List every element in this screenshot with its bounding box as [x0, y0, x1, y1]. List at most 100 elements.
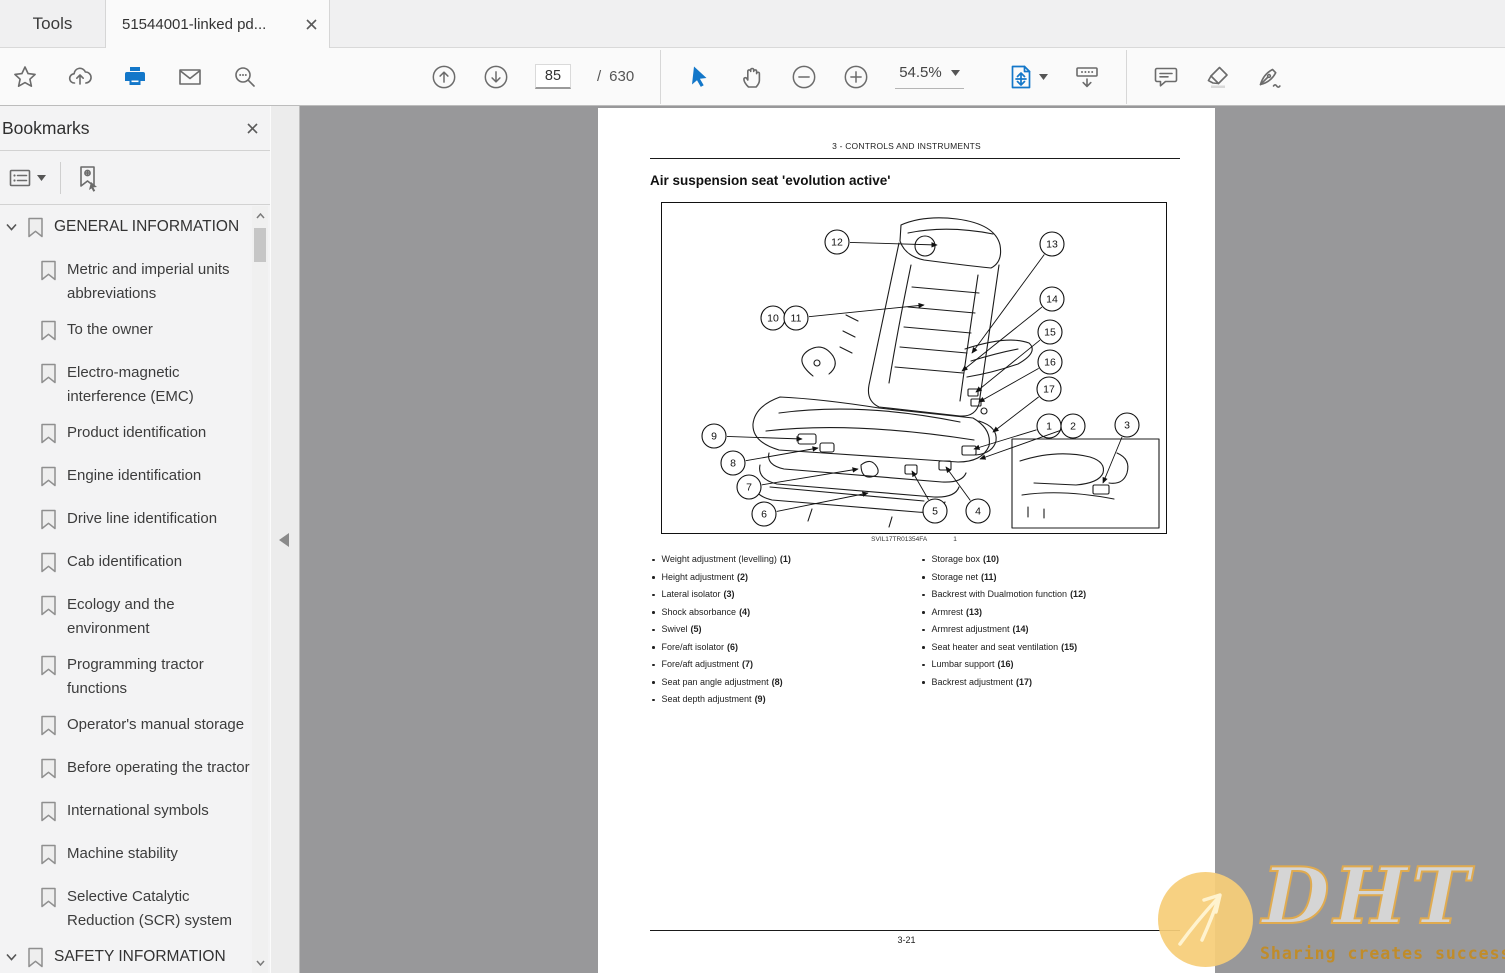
panel-divider — [60, 161, 61, 194]
page-total-value: 630 — [609, 68, 635, 85]
bookmark-item[interactable]: Cab identification — [6, 550, 250, 581]
comment-bubble-icon — [1154, 67, 1178, 87]
part-item: Storage box (10) — [920, 554, 1182, 565]
svg-text:7: 7 — [746, 482, 752, 494]
bookmark-item[interactable]: Before operating the tractor — [6, 756, 250, 787]
comment-button[interactable] — [1153, 64, 1179, 90]
bookmark-icon — [40, 361, 58, 409]
fit-page-button[interactable] — [1008, 64, 1048, 90]
print-icon — [125, 66, 145, 85]
page-number-input[interactable] — [535, 64, 571, 89]
bookmark-current-page-button[interactable] — [75, 164, 101, 192]
figure-callouts: 12 1310 11141516171 2 39876 5 4 — [701, 229, 1140, 527]
hide-toolbar-button[interactable] — [1074, 64, 1100, 90]
figure-callout: 2 — [1060, 413, 1086, 439]
fill-sign-button[interactable] — [1257, 64, 1283, 90]
footer-rule — [650, 930, 1180, 931]
zoom-level-control[interactable]: 54.5% — [895, 64, 964, 89]
part-item: Fore/aft isolator (6) — [650, 642, 920, 653]
select-tool-button[interactable] — [687, 64, 713, 90]
parts-list: Weight adjustment (levelling) (1) Height … — [650, 554, 1190, 713]
favorites-star-button[interactable] — [12, 64, 38, 90]
document-viewport[interactable]: 3 - CONTROLS AND INSTRUMENTS Air suspens… — [300, 106, 1505, 973]
close-panel-icon[interactable] — [247, 121, 258, 136]
section-title: Air suspension seat 'evolution active' — [650, 173, 891, 188]
bookmark-item[interactable]: Product identification — [6, 421, 250, 452]
part-item: Backrest with Dualmotion function (12) — [920, 589, 1182, 600]
hand-tool-button[interactable] — [739, 64, 765, 90]
cloud-upload-button[interactable] — [67, 64, 93, 90]
scroll-up-icon[interactable] — [252, 208, 268, 224]
toolbar-divider — [660, 49, 662, 104]
part-item: Backrest adjustment (17) — [920, 677, 1182, 688]
bookmark-item[interactable]: To the owner — [6, 318, 250, 349]
tab-document[interactable]: 51544001-linked pd... — [105, 0, 330, 48]
next-page-button[interactable] — [483, 64, 509, 90]
part-item: Fore/aft adjustment (7) — [650, 659, 920, 670]
svg-text:3: 3 — [1124, 420, 1130, 432]
parts-list-right: Storage box (10) Storage net (11) Backrest… — [920, 554, 1182, 713]
bookmark-icon — [27, 945, 45, 973]
svg-text:16: 16 — [1044, 357, 1056, 369]
cursor-arrow-icon — [692, 66, 707, 87]
part-item: Height adjustment (2) — [650, 572, 920, 583]
sidebar-scrollbar[interactable] — [252, 206, 268, 973]
collapse-panel-icon[interactable] — [279, 533, 289, 547]
part-item: Swivel (5) — [650, 624, 920, 635]
fountain-pen-icon — [1259, 68, 1281, 88]
tab-tools[interactable]: Tools — [0, 0, 105, 47]
previous-page-button[interactable] — [431, 64, 457, 90]
search-button[interactable] — [232, 64, 258, 90]
print-button[interactable] — [122, 64, 148, 90]
watermark-arrow-icon — [1178, 893, 1222, 946]
part-item: Lateral isolator (3) — [650, 589, 920, 600]
bookmark-item[interactable]: Drive line identification — [6, 507, 250, 538]
figure-callout: 4 — [965, 498, 991, 524]
bookmark-options-button[interactable] — [8, 166, 46, 190]
svg-text:6: 6 — [761, 509, 767, 521]
scroll-down-icon[interactable] — [252, 955, 268, 971]
zoom-in-button[interactable] — [843, 64, 869, 90]
scrollbar-thumb[interactable] — [254, 228, 266, 262]
svg-text:1: 1 — [1046, 421, 1052, 433]
figure-index: 1 — [953, 536, 957, 543]
highlighter-icon — [1207, 66, 1228, 88]
bookmark-item[interactable]: Electro-magnetic interference (EMC) — [6, 361, 250, 409]
bookmark-item[interactable]: Machine stability — [6, 842, 250, 873]
bookmark-item[interactable]: Programming tractor functions — [6, 653, 250, 701]
figure-callout: 10 — [760, 305, 786, 331]
email-button[interactable] — [177, 64, 203, 90]
bookmark-cursor-icon — [80, 165, 97, 192]
part-item: Armrest adjustment (14) — [920, 624, 1182, 635]
zoom-out-button[interactable] — [791, 64, 817, 90]
chevron-expanded-icon[interactable] — [6, 215, 18, 239]
svg-text:12: 12 — [831, 237, 843, 249]
figure-callout: 3 — [1114, 412, 1140, 438]
bookmark-icon — [40, 550, 58, 581]
chevron-expanded-icon[interactable] — [6, 945, 18, 969]
watermark-tagline: Sharing creates success — [1260, 944, 1505, 963]
part-item: Seat depth adjustment (9) — [650, 694, 920, 705]
bookmark-item[interactable]: International symbols — [6, 799, 250, 830]
bookmark-icon — [40, 464, 58, 495]
svg-text:11: 11 — [791, 313, 802, 325]
part-item: Seat pan angle adjustment (8) — [650, 677, 920, 688]
hand-icon — [743, 67, 761, 88]
bookmark-item[interactable]: Metric and imperial units abbreviations — [6, 258, 250, 306]
bookmark-item[interactable]: Selective Catalytic Reduction (SCR) syst… — [6, 885, 250, 933]
highlight-button[interactable] — [1205, 64, 1231, 90]
bookmark-item-safety-information[interactable]: SAFETY INFORMATION — [6, 945, 250, 973]
bookmark-item-general-information[interactable]: GENERAL INFORMATION — [6, 215, 250, 246]
close-tab-icon[interactable] — [306, 18, 317, 30]
bookmarks-panel-title: Bookmarks — [2, 117, 90, 138]
figure-callout: 11 — [783, 305, 809, 331]
svg-text:17: 17 — [1043, 384, 1055, 396]
bookmark-icon — [40, 713, 58, 744]
bookmark-item[interactable]: Ecology and the environment — [6, 593, 250, 641]
bookmark-item[interactable]: Engine identification — [6, 464, 250, 495]
toolbar-divider — [1126, 49, 1127, 104]
part-item: Seat heater and seat ventilation (15) — [920, 642, 1182, 653]
watermark-logo-text: DHT — [1261, 850, 1474, 943]
chevron-down-icon — [37, 174, 46, 181]
bookmark-item[interactable]: Operator's manual storage — [6, 713, 250, 744]
